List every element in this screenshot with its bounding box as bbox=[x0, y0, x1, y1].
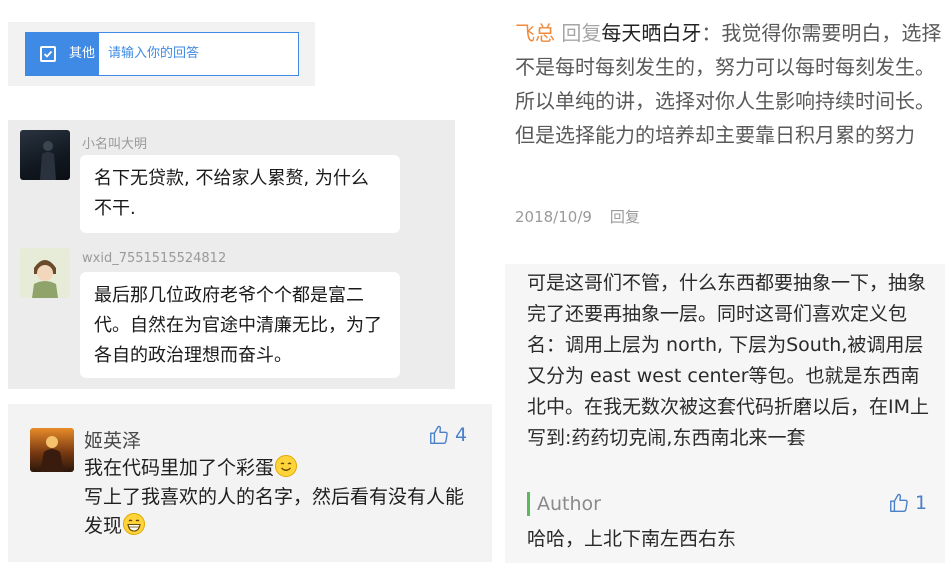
reply-panel: 飞总 回复每天晒白牙：我觉得你需要明白，选择不是每时每刻发生的，努力可以每时每刻… bbox=[505, 10, 945, 230]
like-count: 1 bbox=[915, 492, 928, 514]
reply-date: 2018/10/9 bbox=[515, 208, 592, 226]
long-comment-panel: 可是这哥们不管，什么东西都要抽象一下，抽象完了还要再抽象一层。同时这哥们喜欢定义… bbox=[505, 264, 945, 563]
chat-panel: 小名叫大明 名下无贷款, 不给家人累赘, 为什么不干. wxid_7551515… bbox=[8, 120, 455, 389]
author-reply-text: 哈哈，上北下南左西右东 bbox=[527, 528, 737, 550]
sender-name: 小名叫大明 bbox=[82, 137, 148, 152]
other-option-checkbox[interactable]: 其他 bbox=[26, 33, 99, 75]
reply-author[interactable]: 飞总 bbox=[515, 21, 555, 45]
author-reply-header: Author bbox=[527, 492, 601, 516]
checkbox-checked-icon bbox=[40, 46, 56, 62]
message-bubble: 最后那几位政府老爷个个都是富二代。自然在为官途中清廉无比，为了各自的政治理想而奋… bbox=[80, 272, 400, 378]
grinning-face-icon bbox=[122, 512, 146, 536]
reply-meta: 2018/10/9 回复 bbox=[515, 206, 640, 227]
like-button[interactable]: 1 bbox=[888, 492, 927, 514]
avatar[interactable] bbox=[30, 428, 74, 472]
thumbs-up-icon bbox=[430, 425, 448, 444]
avatar[interactable] bbox=[20, 248, 70, 298]
reply-text: 飞总 回复每天晒白牙：我觉得你需要明白，选择不是每时每刻发生的，努力可以每时每刻… bbox=[515, 16, 945, 152]
like-count: 4 bbox=[455, 424, 468, 446]
sender-name: wxid_7551515524812 bbox=[82, 251, 227, 266]
reply-link[interactable]: 回复 bbox=[610, 208, 640, 226]
smiling-face-icon bbox=[274, 454, 298, 478]
comment-body: 我在代码里加了个彩蛋 写上了我喜欢的人的名字，然后看有没有人能发现 bbox=[84, 454, 479, 541]
author-marker bbox=[527, 492, 530, 516]
thumbs-up-icon bbox=[890, 493, 908, 512]
like-button[interactable]: 4 bbox=[428, 424, 467, 446]
other-option-row[interactable]: 其他 请输入你的回答 bbox=[25, 32, 299, 76]
other-answer-input[interactable]: 请输入你的回答 bbox=[108, 33, 199, 75]
comment-line: 我在代码里加了个彩蛋 bbox=[84, 457, 275, 479]
avatar[interactable] bbox=[20, 130, 70, 180]
other-option-label: 其他 bbox=[69, 46, 96, 61]
reply-target[interactable]: 每天晒白牙 bbox=[601, 21, 701, 45]
comment-panel: 姬英泽 4 我在代码里加了个彩蛋 写上了我喜欢的人的名字，然后看有没有人能发现 bbox=[8, 404, 492, 562]
comment-body: 可是这哥们不管，什么东西都要抽象一下，抽象完了还要再抽象一层。同时这哥们喜欢定义… bbox=[527, 272, 929, 449]
reply-word: 回复 bbox=[561, 21, 602, 45]
author-label: Author bbox=[537, 493, 601, 515]
survey-option-panel: 其他 请输入你的回答 bbox=[8, 22, 315, 86]
message-bubble: 名下无贷款, 不给家人累赘, 为什么不干. bbox=[80, 155, 400, 233]
commenter-name[interactable]: 姬英泽 bbox=[84, 426, 141, 453]
